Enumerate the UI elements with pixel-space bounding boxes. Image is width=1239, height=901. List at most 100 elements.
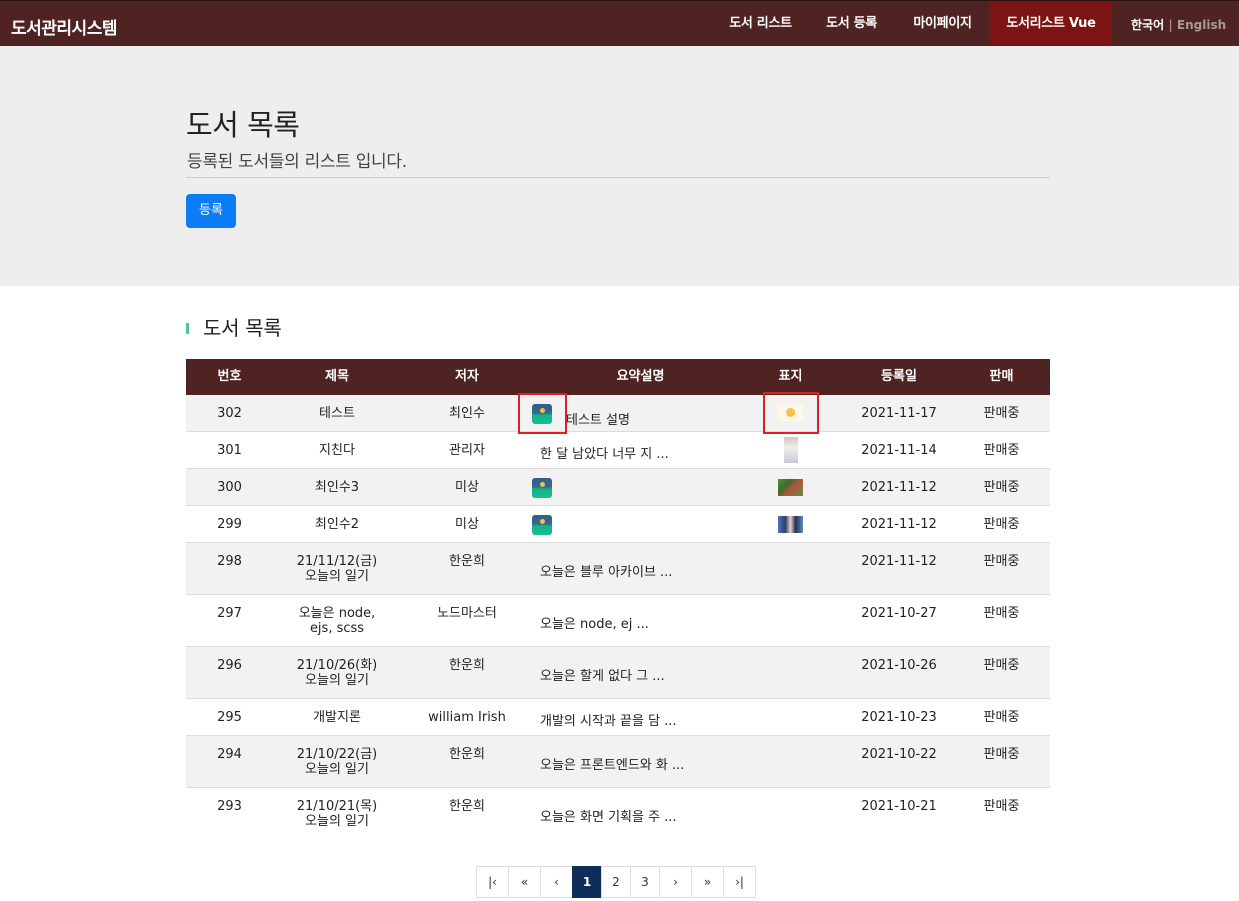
cell-author: 한운희: [449, 799, 485, 814]
cell-author: 관리자: [449, 443, 485, 458]
cell-title[interactable]: 최인수3: [273, 480, 401, 495]
page-2-button[interactable]: 2: [601, 866, 631, 898]
cell-date: 2021-11-12: [861, 517, 937, 532]
cell-number: 300: [217, 480, 242, 495]
last-page-button[interactable]: ›|: [723, 866, 756, 898]
cell-date: 2021-11-12: [861, 480, 937, 495]
table-row[interactable]: 298 21/11/12(금) 오늘의 일기 한운희 오늘은 블루 아카이브 .…: [186, 543, 1050, 595]
cell-author: william Irish: [428, 710, 506, 725]
prev-page-button[interactable]: ‹: [540, 866, 573, 898]
cell-sale-status: 판매중: [983, 747, 1020, 762]
lang-korean[interactable]: 한국어: [1131, 18, 1164, 32]
cell-title[interactable]: 21/10/21(목) 오늘의 일기: [273, 799, 401, 829]
cover-image: [784, 437, 798, 463]
section-title: 도서 목록: [203, 316, 282, 340]
cell-sale-status: 판매중: [983, 517, 1020, 532]
table-row[interactable]: 300 최인수3 미상 2021-11-12 판매중: [186, 469, 1050, 506]
cell-number: 302: [217, 406, 242, 421]
cell-title[interactable]: 개발지론: [273, 710, 401, 725]
cell-title[interactable]: 21/10/26(화) 오늘의 일기: [273, 658, 401, 688]
cell-number: 293: [217, 799, 242, 814]
cell-sale-status: 판매중: [983, 799, 1020, 814]
cell-number: 295: [217, 710, 242, 725]
lang-separator: |: [1168, 18, 1173, 32]
cell-author: 노드마스터: [437, 606, 497, 621]
table-header: 번호 제목 저자 요약설명 표지 등록일 판매: [186, 359, 1050, 395]
table-row[interactable]: 297 오늘은 node, ejs, scss 노드마스터 오늘은 node, …: [186, 595, 1050, 647]
next-page-button[interactable]: ›: [659, 866, 692, 898]
cell-number: 298: [217, 554, 242, 569]
cell-number: 299: [217, 517, 242, 532]
image-placeholder-icon: [532, 478, 552, 498]
cell-author: 최인수: [449, 406, 485, 421]
cell-author: 한운희: [449, 658, 485, 673]
cell-summary: 오늘은 할게 없다 그 ...: [540, 669, 665, 684]
table-row[interactable]: 301 지친다 관리자 한 달 남았다 너무 지 ... 2021-11-14 …: [186, 432, 1050, 469]
first-page-button[interactable]: |‹: [476, 866, 509, 898]
cell-sale-status: 판매중: [983, 658, 1020, 673]
cell-summary: 오늘은 프론트엔드와 화 ...: [540, 758, 685, 773]
page-subtitle: 등록된 도서들의 리스트 입니다.: [187, 152, 407, 172]
nav-mypage[interactable]: 마이페이지: [895, 1, 990, 46]
highlight-box-summary-icon: [518, 393, 567, 434]
table-row[interactable]: 293 21/10/21(목) 오늘의 일기 한운희 오늘은 화면 기획을 주 …: [186, 788, 1050, 839]
nav-book-list[interactable]: 도서 리스트: [713, 1, 808, 46]
cell-summary: 오늘은 블루 아카이브 ...: [540, 565, 673, 580]
cell-sale-status: 판매중: [983, 606, 1020, 621]
page-1-button[interactable]: 1: [572, 866, 602, 898]
cell-title[interactable]: 최인수2: [273, 517, 401, 532]
lang-english[interactable]: English: [1177, 18, 1226, 32]
cell-author: 미상: [455, 480, 479, 495]
next-block-button[interactable]: »: [691, 866, 724, 898]
brand-logo[interactable]: 도서관리시스템: [11, 14, 117, 39]
jumbotron: 도서 목록 등록된 도서들의 리스트 입니다. 등록: [0, 46, 1239, 286]
cell-number: 294: [217, 747, 242, 762]
divider: [186, 177, 1050, 178]
header-title: 제목: [325, 369, 349, 384]
cell-sale-status: 판매중: [983, 554, 1020, 569]
cover-image: [778, 479, 803, 496]
cell-summary: 개발의 시작과 끝을 담 ...: [540, 714, 677, 729]
cell-title[interactable]: 테스트: [273, 406, 401, 421]
image-placeholder-icon: [532, 515, 552, 535]
cell-title[interactable]: 21/11/12(금) 오늘의 일기: [273, 554, 401, 584]
prev-block-button[interactable]: «: [508, 866, 541, 898]
table-row[interactable]: 294 21/10/22(금) 오늘의 일기 한운희 오늘은 프론트엔드와 화 …: [186, 736, 1050, 788]
table-row[interactable]: 295 개발지론 william Irish 개발의 시작과 끝을 담 ... …: [186, 699, 1050, 736]
cell-date: 2021-10-27: [861, 606, 937, 621]
cell-date: 2021-10-26: [861, 658, 937, 673]
page-title: 도서 목록: [186, 108, 300, 142]
nav-book-list-vue[interactable]: 도서리스트 Vue: [990, 1, 1112, 46]
cell-author: 한운희: [449, 747, 485, 762]
cover-image: [778, 516, 803, 533]
table-row[interactable]: 302 테스트 최인수 테스트 설명 2021-11-17 판매중: [186, 395, 1050, 432]
table-row[interactable]: 299 최인수2 미상 2021-11-12 판매중: [186, 506, 1050, 543]
cell-date: 2021-10-22: [861, 747, 937, 762]
page-3-button[interactable]: 3: [630, 866, 660, 898]
header-author: 저자: [455, 369, 479, 384]
cell-title[interactable]: 오늘은 node, ejs, scss: [273, 606, 401, 636]
cell-summary: 오늘은 node, ej ...: [540, 617, 649, 632]
cell-number: 297: [217, 606, 242, 621]
cell-date: 2021-11-17: [861, 406, 937, 421]
cell-author: 한운희: [449, 554, 485, 569]
register-button[interactable]: 등록: [186, 194, 236, 228]
cell-number: 301: [217, 443, 242, 458]
cell-title[interactable]: 21/10/22(금) 오늘의 일기: [273, 747, 401, 777]
nav-book-register[interactable]: 도서 등록: [808, 1, 895, 46]
cell-date: 2021-11-14: [861, 443, 937, 458]
header-date: 등록일: [881, 369, 917, 384]
header-summary: 요약설명: [616, 369, 665, 384]
pagination: |‹ « ‹ 1 2 3 › » ›|: [476, 866, 756, 898]
cell-date: 2021-10-23: [861, 710, 937, 725]
cell-title[interactable]: 지친다: [273, 443, 401, 458]
highlight-box-cover: [763, 392, 819, 434]
cell-sale-status: 판매중: [983, 406, 1020, 421]
table-row[interactable]: 296 21/10/26(화) 오늘의 일기 한운희 오늘은 할게 없다 그 .…: [186, 647, 1050, 699]
cell-summary: 오늘은 화면 기획을 주 ...: [540, 810, 677, 825]
cell-summary: 테스트 설명: [566, 413, 630, 428]
cell-sale-status: 판매중: [983, 480, 1020, 495]
cell-date: 2021-11-12: [861, 554, 937, 569]
header-number: 번호: [217, 369, 242, 384]
cell-number: 296: [217, 658, 242, 673]
